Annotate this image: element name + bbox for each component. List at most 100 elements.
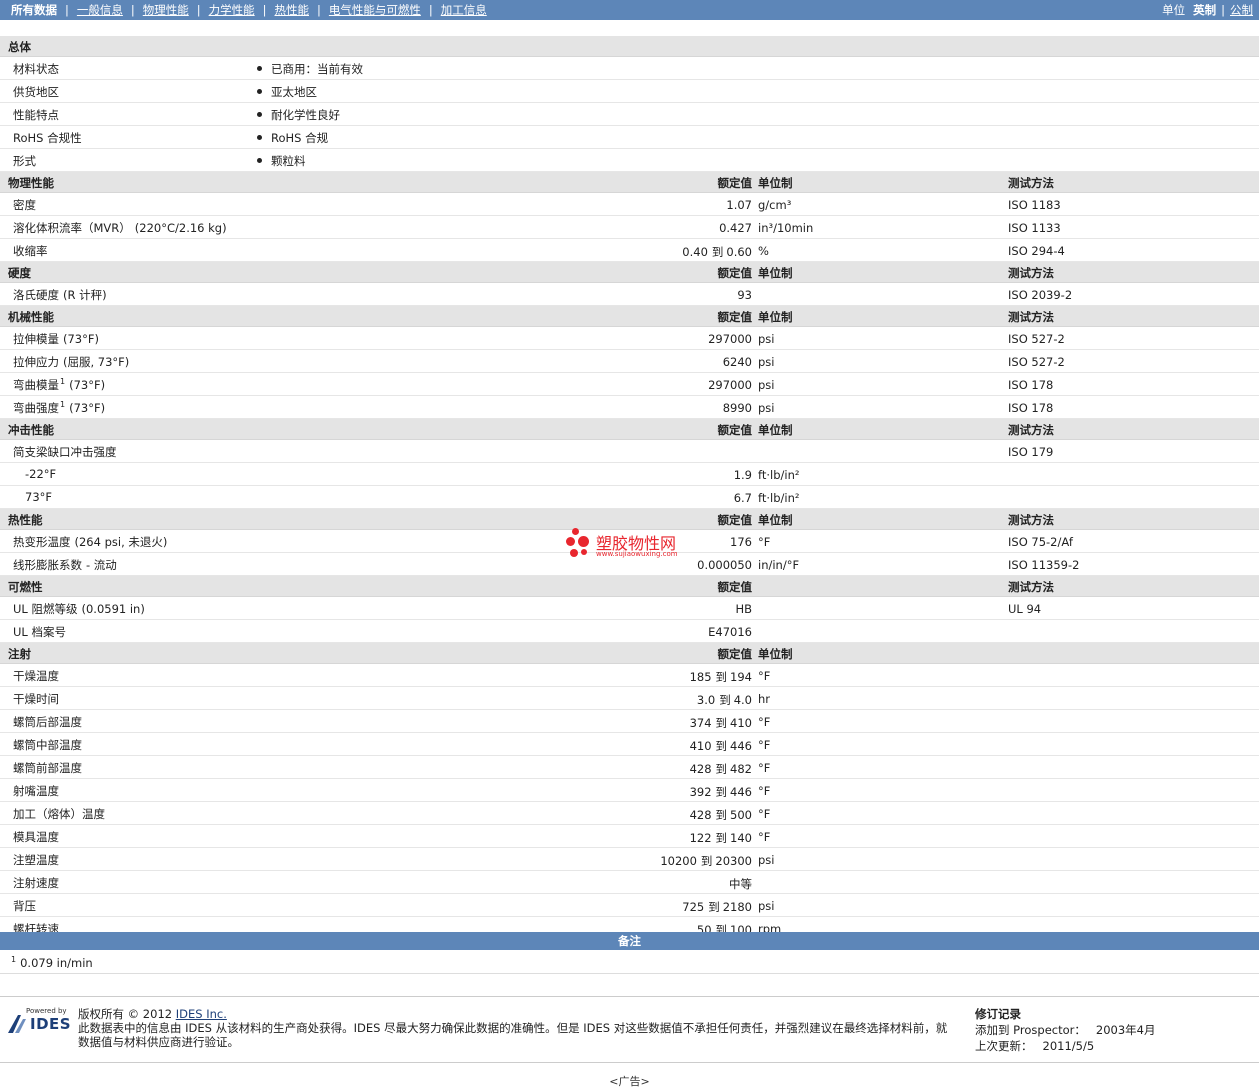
powered-by-text: Powered by: [26, 1007, 67, 1015]
table-row: 弯曲模量1 (73°F) 297000 psi ISO 178: [0, 373, 1259, 396]
property-value: 已商用：当前有效: [271, 62, 363, 76]
range-to: 0.60: [726, 245, 752, 259]
column-header-unit: 单位制: [758, 513, 793, 527]
property-unit: °F: [758, 784, 771, 798]
table-row: 背压 725 到 2180 psi: [0, 894, 1259, 917]
property-unit: ft·lb/in²: [758, 491, 800, 505]
range-to: 140: [730, 831, 752, 845]
table-row: 注射速度 中等: [0, 871, 1259, 894]
test-method: ISO 178: [1008, 401, 1054, 415]
bullet-item: 颗粒料: [257, 153, 306, 169]
property-unit: g/cm³: [758, 198, 792, 212]
section-header-flammability: 可燃性 额定值 测试方法: [0, 576, 1259, 597]
range-to: 446: [730, 785, 752, 799]
property-name: 密度: [13, 198, 36, 212]
table-row: 收缩率 0.40 到 0.60 % ISO 294-4: [0, 239, 1259, 262]
property-label: 拉伸应力: [13, 355, 59, 369]
property-name: 螺筒中部温度: [13, 738, 82, 752]
column-header-method: 测试方法: [1008, 310, 1054, 324]
property-unit: %: [758, 244, 769, 258]
property-condition: (264 psi, 未退火): [74, 535, 168, 549]
tab-mechanical[interactable]: 力学性能: [209, 2, 255, 18]
property-name: 弯曲模量1 (73°F): [13, 377, 105, 393]
section-title: 热性能: [8, 513, 43, 527]
added-value: 2003年4月: [1095, 1023, 1156, 1037]
property-name: 供货地区: [13, 85, 59, 99]
bullet-item: 耐化学性良好: [257, 107, 340, 123]
unit-english-selected[interactable]: 英制: [1193, 2, 1216, 18]
property-label: UL 阻燃等级: [13, 602, 78, 616]
table-row: 螺筒前部温度 428 到 482 °F: [0, 756, 1259, 779]
tab-separator: |: [262, 3, 267, 17]
property-name: 干燥时间: [13, 692, 59, 706]
property-name: 干燥温度: [13, 669, 59, 683]
property-unit: psi: [758, 899, 775, 913]
range-to-word: 到: [715, 716, 728, 730]
added-line: 添加到 Prospector： 2003年4月: [975, 1022, 1155, 1038]
range-to-word: 到: [715, 785, 728, 799]
tab-separator: |: [428, 3, 433, 17]
bullet-icon: [257, 135, 262, 140]
tab-general-info[interactable]: 一般信息: [77, 2, 123, 18]
watermark-url: www.sujiaowuxing.com: [596, 550, 678, 558]
range-to-word: 到: [700, 854, 713, 868]
footnote-ref[interactable]: 1: [60, 377, 65, 386]
property-name: RoHS 合规性: [13, 131, 82, 145]
property-unit: hr: [758, 692, 771, 706]
tab-separator: |: [317, 3, 321, 17]
property-unit: °F: [758, 807, 771, 821]
section-header-impact: 冲击性能 额定值 单位制 测试方法: [0, 419, 1259, 440]
test-method: ISO 178: [1008, 378, 1054, 392]
watermark-logo-icon: [566, 528, 594, 560]
property-unit: in/in/°F: [758, 558, 800, 572]
tab-physical[interactable]: 物理性能: [143, 2, 189, 18]
disclaimer-text: 此数据表中的信息由 IDES 从该材料的生产商处获得。IDES 尽最大努力确保此…: [78, 1021, 948, 1049]
unit-metric-link[interactable]: 公制: [1230, 2, 1253, 18]
table-row: -22°F 1.9 ft·lb/in²: [0, 463, 1259, 486]
divider: [0, 1062, 1259, 1063]
tab-all-data[interactable]: 所有数据: [11, 2, 57, 18]
property-unit: ft·lb/in²: [758, 468, 800, 482]
property-name: 弯曲强度1 (73°F): [13, 400, 105, 416]
tab-thermal[interactable]: 热性能: [275, 2, 310, 18]
table-row: 干燥温度 185 到 194 °F: [0, 664, 1259, 687]
test-method: ISO 179: [1008, 445, 1054, 459]
property-value: 1.07: [726, 198, 752, 212]
tab-processing[interactable]: 加工信息: [441, 2, 487, 18]
property-value: 0.427: [719, 221, 752, 235]
test-method: ISO 2039-2: [1008, 288, 1073, 302]
property-name: 背压: [13, 899, 36, 913]
property-value: 93: [737, 288, 752, 302]
range-from: 122: [689, 831, 712, 845]
column-header-method: 测试方法: [1008, 176, 1054, 190]
property-name: 形式: [13, 154, 36, 168]
range-from: 3.0: [696, 693, 716, 707]
column-header-unit: 单位制: [758, 423, 793, 437]
updated-value: 2011/5/5: [1042, 1039, 1095, 1053]
range-from: 392: [689, 785, 712, 799]
column-header-value: 额定值: [717, 647, 753, 661]
property-condition: (0.0591 in): [81, 602, 145, 616]
property-value: 8990: [722, 401, 752, 415]
range-to: 4.0: [733, 693, 752, 707]
ides-logo[interactable]: Powered by IDES: [6, 1007, 71, 1033]
added-label: 添加到 Prospector：: [975, 1023, 1086, 1037]
range-to-word: 到: [715, 762, 728, 776]
footnote-ref[interactable]: 1: [60, 400, 65, 409]
property-name: UL 阻燃等级 (0.0591 in): [13, 601, 145, 617]
range-to: 446: [730, 739, 752, 753]
ides-logo-icon: [8, 1015, 26, 1033]
property-condition: (R 计秤): [63, 288, 107, 302]
property-unit: in³/10min: [758, 221, 814, 235]
test-method: ISO 1133: [1008, 221, 1061, 235]
section-title: 硬度: [8, 266, 31, 280]
table-row: 加工（熔体）温度 428 到 500 °F: [0, 802, 1259, 825]
ides-link[interactable]: IDES Inc.: [176, 1007, 227, 1021]
range-to: 194: [730, 670, 752, 684]
tab-electrical-flammability[interactable]: 电气性能与可燃性: [329, 2, 421, 18]
range-to: 410: [730, 716, 752, 730]
updated-label: 上次更新：: [975, 1039, 1033, 1053]
property-name: -22°F: [25, 467, 57, 481]
property-value-range: 3.0 到 4.0: [697, 692, 752, 708]
column-header-unit: 单位制: [758, 647, 793, 661]
